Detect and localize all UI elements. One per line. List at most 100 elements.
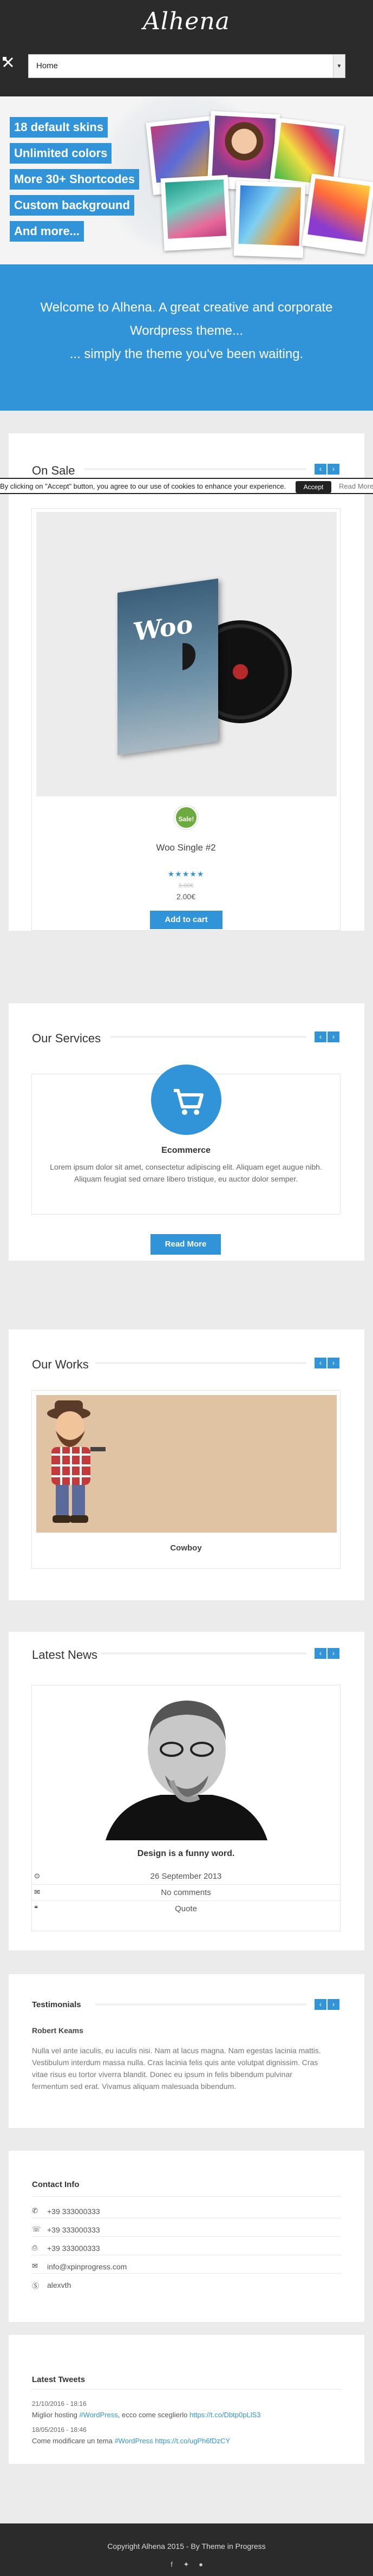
service-text: Lorem ipsum dolor sit amet, consectetur … [32, 1161, 340, 1185]
product-card[interactable]: Woo Sale! Woo Single #2 ★★★★★ 3.00€ 2.00… [31, 508, 341, 931]
album-cover-text: Woo [134, 609, 193, 647]
prev-arrow-icon[interactable]: ‹ [315, 464, 326, 475]
polaroid-photo [302, 173, 373, 255]
prev-arrow-icon[interactable]: ‹ [315, 1999, 326, 2010]
contact-value[interactable]: +39 333000333 [47, 2225, 100, 2234]
contact-value[interactable]: +39 333000333 [47, 2207, 100, 2216]
tweet-hashtag[interactable]: #WordPress [114, 2437, 153, 2445]
contact-info-section: Contact Info ✆ +39 333000333 ☏ +39 33300… [9, 2151, 364, 2322]
tweet-text: Miglior hosting #WordPress, ecco come sc… [32, 2411, 261, 2419]
news-format: Quote [175, 1904, 197, 1913]
contact-value[interactable]: alexvth [47, 2281, 71, 2289]
next-arrow-icon[interactable]: › [328, 1999, 339, 2010]
news-card[interactable]: Design is a funny word. ⊙ 26 September 2… [31, 1685, 341, 1931]
accept-cookies-button[interactable]: Accept [296, 481, 331, 493]
service-text-line: Lorem ipsum dolor sit amet, consectetur … [50, 1163, 322, 1171]
tweet-date: 21/10/2016 - 18:16 [32, 2400, 87, 2408]
product-name[interactable]: Woo Single #2 [32, 842, 340, 853]
divider [32, 2196, 341, 2197]
contact-row-email: ✉ info@xpinprogress.com [32, 2260, 341, 2274]
work-image[interactable] [36, 1395, 337, 1533]
contact-value[interactable]: +39 333000333 [47, 2244, 100, 2253]
section-title: Our Works [32, 1358, 89, 1371]
tweet-link[interactable]: https://t.co/ugPh6fDzCY [155, 2437, 230, 2445]
news-meta-date: ⊙ 26 September 2013 [32, 1868, 340, 1885]
cookie-text: By clicking on "Accept" button, you agre… [0, 482, 286, 490]
testimonial-text-line: fermentum sed erat. Vivamus aliquam male… [32, 2082, 237, 2091]
work-card[interactable]: Cowboy [31, 1390, 341, 1569]
news-comments[interactable]: No comments [32, 1888, 340, 1897]
divider [110, 1036, 306, 1038]
section-title: Latest News [32, 1648, 98, 1662]
prev-arrow-icon[interactable]: ‹ [315, 1358, 326, 1368]
work-name[interactable]: Cowboy [32, 1543, 340, 1553]
polaroid-photo [233, 180, 306, 258]
carousel-arrows: ‹ › [315, 464, 341, 475]
prev-arrow-icon[interactable]: ‹ [315, 1648, 326, 1659]
carousel-arrows: ‹ › [315, 1999, 341, 2010]
news-title[interactable]: Design is a funny word. [32, 1849, 340, 1859]
contact-row-skype: Ⓢ alexvth [32, 2279, 341, 2292]
contact-value[interactable]: info@xpinprogress.com [47, 2262, 127, 2271]
service-card: Ecommerce Lorem ipsum dolor sit amet, co… [31, 1065, 341, 1215]
site-header: Alhena Home ▼ [0, 0, 373, 96]
news-meta-format: ❝ Quote [32, 1901, 340, 1917]
carousel-arrows: ‹ › [315, 1648, 341, 1659]
prev-arrow-icon[interactable]: ‹ [315, 1031, 326, 1042]
welcome-line: Welcome to Alhena. A great creative and … [40, 300, 333, 315]
sale-badge: Sale! [174, 806, 198, 829]
testimonial-text-line: Nulla vel ante iaculis, eu iaculis nisi.… [32, 2046, 321, 2055]
next-arrow-icon[interactable]: › [328, 464, 339, 475]
album-cover: Woo [117, 578, 218, 756]
tweet-text: Come modificare un tema #WordPress https… [32, 2437, 230, 2445]
latest-news-section: Latest News ‹ › Design is a funny word. ⊙… [9, 1632, 364, 1950]
email-icon: ✉ [32, 2262, 38, 2270]
next-arrow-icon[interactable]: › [328, 1031, 339, 1042]
news-image[interactable] [36, 1689, 337, 1840]
welcome-line: ... simply the theme you've been waiting… [69, 347, 304, 361]
product-image[interactable]: Woo [36, 512, 337, 796]
tweet-body: Miglior hosting [32, 2411, 80, 2419]
menu-tools-icon[interactable] [2, 56, 14, 68]
hero-tag: Unlimited colors [10, 143, 112, 164]
carousel-arrows: ‹ › [315, 1358, 341, 1368]
next-arrow-icon[interactable]: › [328, 1648, 339, 1659]
section-title: Latest Tweets [32, 2375, 86, 2384]
twitter-icon[interactable]: ✦ [182, 2560, 190, 2568]
price: 2.00€ [176, 892, 196, 901]
read-more-button[interactable]: Read More [150, 1234, 221, 1255]
testimonial-text: Nulla vel ante iaculis, eu iaculis nisi.… [32, 2045, 346, 2092]
tweet-link[interactable]: https://t.co/Dbtp0pLlS3 [189, 2411, 261, 2419]
contact-row-phone: ✆ +39 333000333 [32, 2205, 341, 2218]
github-icon[interactable]: ● [197, 2560, 205, 2568]
chevron-down-icon: ▼ [333, 55, 345, 77]
news-meta-comments[interactable]: ✉ No comments [32, 1885, 340, 1901]
phone-icon: ✆ [32, 2207, 38, 2215]
section-title: Contact Info [32, 2180, 80, 2189]
navigation-select[interactable]: Home ▼ [28, 54, 345, 78]
on-sale-section: On Sale ‹ › Woo Sale! Woo Single #2 ★★★★★… [9, 433, 364, 931]
star-rating: ★★★★★ [167, 870, 205, 878]
facebook-icon[interactable]: f [168, 2560, 175, 2568]
contact-row-mobile: ☏ +39 333000333 [32, 2223, 341, 2237]
next-arrow-icon[interactable]: › [328, 1358, 339, 1368]
news-date: 26 September 2013 [150, 1872, 222, 1881]
polaroid-photo [160, 174, 232, 251]
testimonial-text-line: Vestibulum interdum massa nulla. Cras la… [32, 2058, 318, 2067]
hero-tag: 18 default skins [10, 117, 108, 138]
service-text-line: Aliquam feugiat sed ornare libero tristi… [74, 1175, 298, 1183]
hero-tag: And more... [10, 221, 84, 242]
section-title: Testimonials [32, 2000, 81, 2009]
tweet-hashtag[interactable]: #WordPress [79, 2411, 117, 2419]
portrait-illustration [106, 1701, 267, 1840]
read-more-link[interactable]: Read More [339, 482, 373, 490]
services-section: Our Services ‹ › Ecommerce Lorem ipsum do… [9, 1003, 364, 1261]
skype-icon: Ⓢ [32, 2282, 40, 2290]
cart-icon [151, 1065, 221, 1135]
latest-tweets-section: Latest Tweets 21/10/2016 - 18:16 Miglior… [9, 2335, 364, 2464]
service-name: Ecommerce [161, 1146, 211, 1155]
site-logo[interactable]: Alhena [0, 8, 373, 35]
copyright-text: Copyright Alhena 2015 - By Theme in Prog… [107, 2542, 266, 2551]
mobile-icon: ☏ [32, 2225, 41, 2233]
add-to-cart-button[interactable]: Add to cart [150, 911, 223, 929]
